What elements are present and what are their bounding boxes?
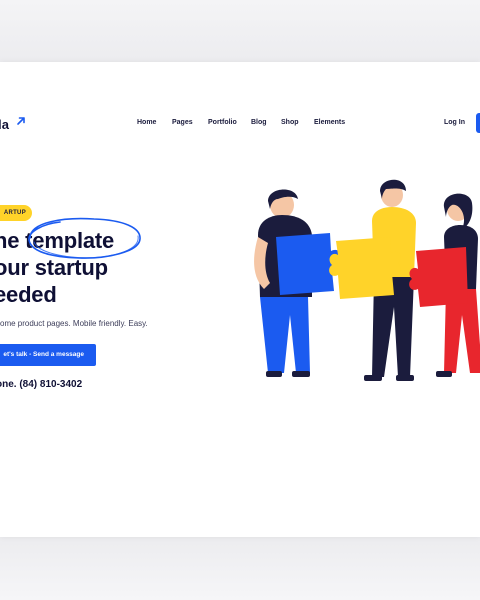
brand-logo[interactable]: la — [0, 117, 9, 132]
nav-item-pages[interactable]: Pages — [172, 119, 193, 126]
phone-number[interactable]: one. (84) 810-3402 — [0, 379, 82, 390]
headline-line-3: eeded — [0, 282, 57, 307]
nav-item-home[interactable]: Home — [137, 119, 156, 126]
backdrop-top — [0, 0, 480, 62]
login-link[interactable]: Log In — [444, 119, 465, 126]
arrow-up-right-icon — [17, 117, 25, 125]
nav-item-blog[interactable]: Blog — [251, 119, 267, 126]
backdrop-bottom — [0, 537, 480, 600]
send-message-button[interactable]: et's talk - Send a message — [0, 344, 96, 366]
header-cta-button[interactable] — [476, 113, 480, 133]
team-puzzle-illustration — [254, 179, 480, 381]
puzzle-piece-red — [409, 247, 468, 307]
nav-item-portfolio[interactable]: Portfolio — [208, 119, 237, 126]
headline-line-2: our startup — [0, 255, 108, 280]
nav-item-shop[interactable]: Shop — [281, 119, 299, 126]
puzzle-piece-blue — [276, 233, 341, 295]
hero-subtitle: some product pages. Mobile friendly. Eas… — [0, 319, 148, 328]
puzzle-piece-yellow — [329, 237, 401, 299]
landing-page-preview: la Home Pages Portfolio Blog Shop Elemen… — [0, 62, 480, 537]
nav-item-elements[interactable]: Elements — [314, 119, 345, 126]
